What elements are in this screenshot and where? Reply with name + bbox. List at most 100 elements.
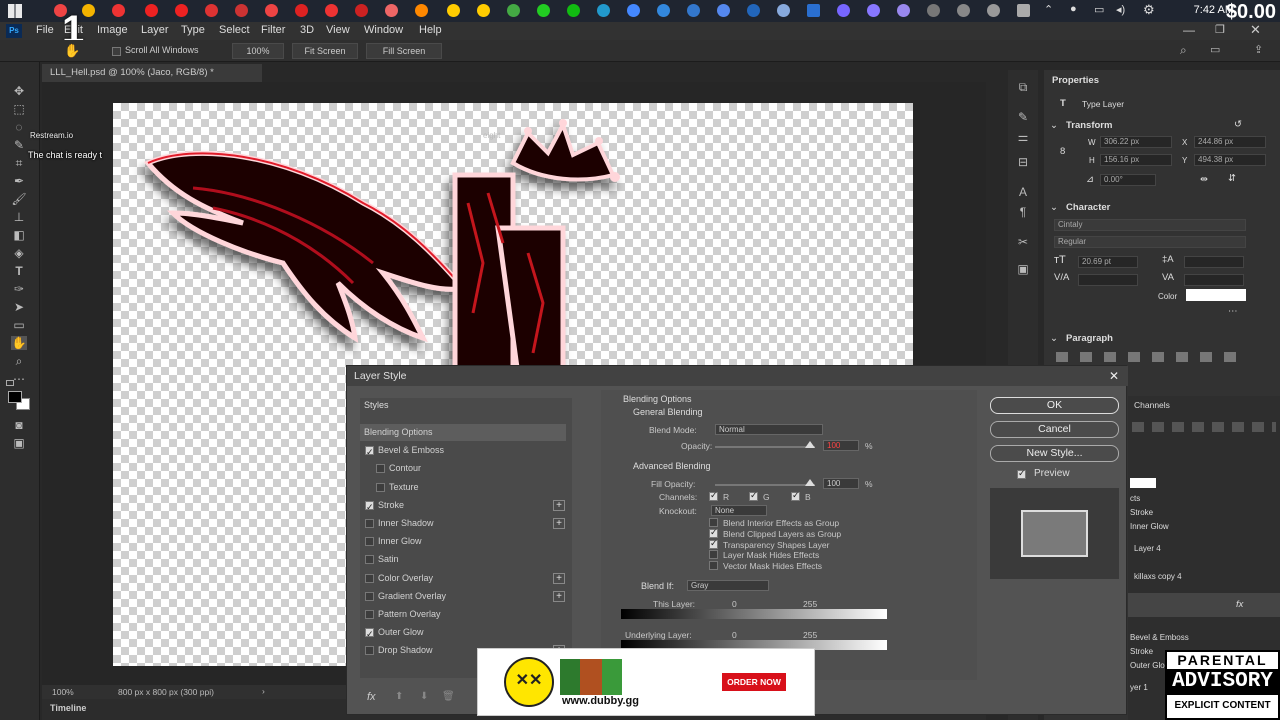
style-checkbox[interactable] xyxy=(365,626,374,643)
swatches-icon[interactable]: ▣ xyxy=(1015,262,1031,276)
layer-item[interactable]: yer 1 xyxy=(1130,683,1148,692)
menu-view[interactable]: View xyxy=(326,24,350,36)
channel-b-checkbox[interactable] xyxy=(791,490,800,501)
y-field[interactable]: 494.38 px xyxy=(1194,154,1266,166)
move-tool-icon[interactable]: ✥ xyxy=(11,84,27,98)
search-icon[interactable]: ⌕ xyxy=(1180,43,1187,58)
add-effect-plus-icon[interactable]: + xyxy=(553,572,565,584)
fill-screen-button[interactable]: Fill Screen xyxy=(366,43,442,59)
taskbar-app-icon[interactable] xyxy=(205,4,218,17)
document-tab[interactable]: LLL_Hell.psd @ 100% (Jaco, RGB/8) * xyxy=(42,64,262,82)
transparency-shapes-checkbox[interactable] xyxy=(709,538,718,549)
character-icon[interactable]: A xyxy=(1015,185,1031,199)
menu-type[interactable]: Type xyxy=(181,24,205,36)
marquee-tool-icon[interactable]: ⬚ xyxy=(11,102,27,116)
layer-item[interactable]: Stroke xyxy=(1130,508,1153,517)
stamp-tool-icon[interactable]: ⊥ xyxy=(11,210,27,224)
style-row[interactable]: Satin xyxy=(360,551,566,568)
layer-item[interactable]: cts xyxy=(1130,494,1140,503)
width-field[interactable]: 306.22 px xyxy=(1100,136,1172,148)
align-buttons[interactable] xyxy=(1056,352,1246,362)
new-style-button[interactable]: New Style... xyxy=(990,445,1119,462)
taskbar-app-icon[interactable] xyxy=(1017,4,1030,17)
taskbar-app-icon[interactable] xyxy=(355,4,368,17)
layer-mask-hides-checkbox[interactable] xyxy=(709,550,718,559)
layer-item[interactable]: Stroke xyxy=(1130,647,1153,656)
font-size-field[interactable]: 20.69 pt xyxy=(1078,256,1138,268)
history-icon[interactable]: ⧉ xyxy=(1015,80,1031,94)
style-row[interactable]: Inner Glow xyxy=(360,533,566,550)
style-row[interactable]: Gradient Overlay + xyxy=(360,588,566,605)
styles-header[interactable]: Styles xyxy=(364,400,389,410)
more-options-icon[interactable]: ⋯ xyxy=(1228,306,1238,317)
tray-chevron-icon[interactable]: ⌃ xyxy=(1044,3,1053,16)
scroll-all-windows-checkbox[interactable] xyxy=(112,47,121,56)
fill-opacity-slider-thumb[interactable] xyxy=(805,479,815,486)
photoshop-logo-icon[interactable]: Ps xyxy=(6,24,22,38)
paragraph-icon[interactable]: ¶ xyxy=(1015,205,1031,219)
fill-opacity-field[interactable]: 100 xyxy=(823,478,859,489)
knockout-select[interactable]: None xyxy=(711,505,767,516)
order-now-button[interactable]: ORDER NOW xyxy=(722,673,786,691)
eraser-tool-icon[interactable]: ◧ xyxy=(11,228,27,242)
menu-image[interactable]: Image xyxy=(97,24,128,36)
sponsor-ad-banner[interactable]: ✕✕ www.dubby.gg ORDER NOW xyxy=(477,648,815,716)
style-checkbox[interactable] xyxy=(365,555,374,565)
move-down-icon[interactable]: ⬇ xyxy=(420,691,428,702)
swap-colors-icon[interactable] xyxy=(6,380,14,386)
style-row[interactable]: Blending Options xyxy=(360,424,566,441)
minimize-icon[interactable]: — xyxy=(1183,23,1195,37)
fx-menu-icon[interactable]: fx xyxy=(367,691,376,703)
taskbar-app-icon[interactable] xyxy=(477,4,490,17)
tools-icon[interactable]: ✂ xyxy=(1015,235,1031,249)
taskbar-app-icon[interactable] xyxy=(807,4,820,17)
taskbar-app-icon[interactable] xyxy=(777,4,790,17)
quick-select-tool-icon[interactable]: ✎ xyxy=(11,138,27,152)
lasso-tool-icon[interactable]: ◌ xyxy=(11,120,27,134)
paragraph-chevron-icon[interactable]: ⌄ xyxy=(1050,333,1058,344)
style-checkbox[interactable] xyxy=(365,610,374,619)
style-checkbox[interactable] xyxy=(365,573,374,583)
layer-item[interactable]: Bevel & Emboss xyxy=(1130,633,1189,642)
taskbar-app-icon[interactable] xyxy=(927,4,940,17)
taskbar-app-icon[interactable] xyxy=(987,4,1000,17)
style-row[interactable]: Color Overlay + xyxy=(360,570,566,587)
timeline-tab[interactable]: Timeline xyxy=(50,703,86,713)
taskbar-app-icon[interactable] xyxy=(265,4,278,17)
network-icon[interactable]: ▭ xyxy=(1094,3,1104,16)
opacity-slider[interactable] xyxy=(715,446,815,448)
taskbar-app-icon[interactable] xyxy=(957,4,970,17)
vector-mask-hides-checkbox[interactable] xyxy=(709,561,718,570)
taskbar-app-icon[interactable] xyxy=(447,4,460,17)
character-chevron-icon[interactable]: ⌄ xyxy=(1050,202,1058,213)
quick-mask-icon[interactable]: ◙ xyxy=(11,418,27,432)
taskbar-app-icon[interactable] xyxy=(747,4,760,17)
workspace-icon[interactable]: ▭ xyxy=(1210,43,1220,56)
layer-item[interactable]: Outer Glo xyxy=(1130,661,1165,670)
path-select-tool-icon[interactable]: ➤ xyxy=(11,300,27,314)
menu-filter[interactable]: Filter xyxy=(261,24,285,36)
x-field[interactable]: 244.86 px xyxy=(1194,136,1266,148)
brush-settings-icon[interactable]: ✎ xyxy=(1015,110,1031,124)
brush-tool-icon[interactable]: 🖌 xyxy=(11,192,27,206)
channel-r-checkbox[interactable] xyxy=(709,490,718,501)
fit-screen-button[interactable]: Fit Screen xyxy=(292,43,358,59)
screen-mode-icon[interactable]: ▣ xyxy=(11,436,27,450)
windows-start-icon[interactable] xyxy=(8,4,22,18)
taskbar-app-icon[interactable] xyxy=(235,4,248,17)
add-effect-plus-icon[interactable]: + xyxy=(553,590,565,602)
menu-layer[interactable]: Layer xyxy=(141,24,169,36)
kerning-field[interactable] xyxy=(1078,274,1138,286)
layers-filter-row[interactable] xyxy=(1132,422,1276,432)
close-window-icon[interactable]: ✕ xyxy=(1250,22,1261,38)
move-up-icon[interactable]: ⬆ xyxy=(395,691,403,702)
style-checkbox[interactable] xyxy=(376,464,385,474)
taskbar-app-icon[interactable] xyxy=(145,4,158,17)
blend-clipped-checkbox[interactable] xyxy=(709,527,718,538)
taskbar-app-icon[interactable] xyxy=(717,4,730,17)
channels-tab[interactable]: Channels xyxy=(1134,400,1170,410)
tracking-field[interactable] xyxy=(1184,274,1244,286)
menu-3d[interactable]: 3D xyxy=(300,24,314,36)
style-row[interactable]: Outer Glow xyxy=(360,624,566,643)
dialog-close-icon[interactable]: ✕ xyxy=(1109,369,1119,383)
